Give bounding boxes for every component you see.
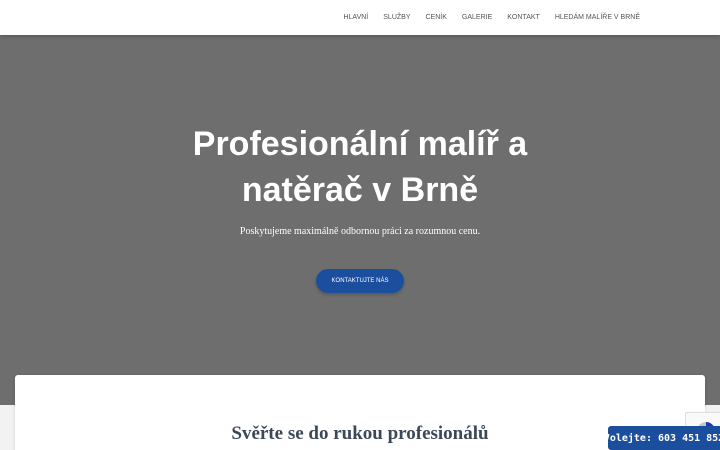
phone-call-badge[interactable]: Volejte: 603 451 852 [604,426,720,450]
section-title: Svěřte se do rukou profesionálů [231,423,489,444]
hero-title: Profesionální malíř a natěrač v Brně [110,121,610,213]
contact-us-button[interactable]: KONTAKTUJTE NÁS [316,269,404,293]
content-card: Svěřte se do rukou profesionálů [15,375,705,450]
nav-item-galerie[interactable]: GALERIE [462,14,492,21]
nav-item-kontakt[interactable]: KONTAKT [507,14,540,21]
hero-section: Profesionální malíř a natěrač v Brně Pos… [0,35,720,405]
nav-item-hledam-malire[interactable]: HLEDÁM MALÍŘE V BRNĚ [555,14,640,21]
hero-subtitle: Poskytujeme maximálně odbornou práci za … [239,226,481,237]
hero-title-line2: natěrač v Brně [241,171,479,209]
main-menu: HLAVNÍ SLUŽBY CENÍK GALERIE KONTAKT HLED… [328,0,640,35]
nav-item-cenik[interactable]: CENÍK [426,14,447,21]
navbar: HLAVNÍ SLUŽBY CENÍK GALERIE KONTAKT HLED… [0,0,720,35]
nav-item-sluzby[interactable]: SLUŽBY [383,14,410,21]
nav-item-hlavni[interactable]: HLAVNÍ [343,14,368,21]
hero-title-line1: Profesionální malíř a [192,125,528,163]
